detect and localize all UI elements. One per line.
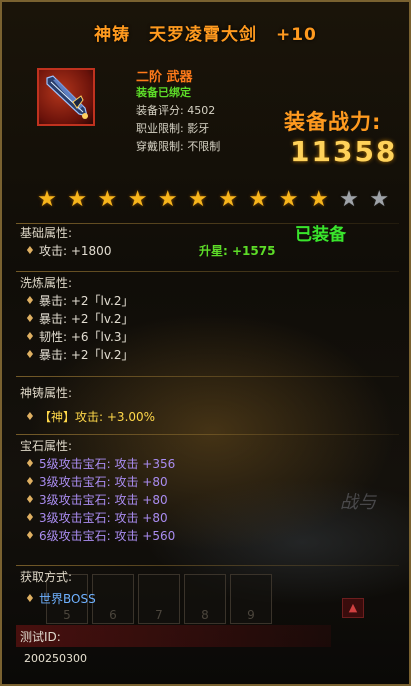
inventory-slot[interactable]: 9 — [230, 574, 272, 624]
star-filled-icon: ★ — [127, 187, 148, 212]
refine-line: ♦ 暴击: +2「lv.2」 — [20, 346, 134, 364]
star-filled-icon: ★ — [67, 187, 88, 212]
refine-line: ♦ 暴击: +2「lv.2」 — [20, 310, 134, 328]
diamond-icon: ♦ — [25, 592, 35, 605]
base-title: 基础属性: — [20, 226, 73, 240]
gem-line-text: 5级攻击宝石: 攻击 +356 — [39, 457, 176, 471]
power-value: 11358 — [290, 135, 398, 168]
refine-attributes: 洗炼属性: ♦ 暴击: +2「lv.2」 ♦ 暴击: +2「lv.2」 ♦ 韧性… — [20, 274, 134, 364]
gem-attributes: 宝石属性: ♦ 5级攻击宝石: 攻击 +356 ♦ 3级攻击宝石: 攻击 +80… — [20, 437, 175, 545]
inventory-slot[interactable]: 8 — [184, 574, 226, 624]
gem-line: ♦ 5级攻击宝石: 攻击 +356 — [20, 455, 175, 473]
star-filled-icon: ★ — [308, 187, 329, 212]
gem-line-text: 3级攻击宝石: 攻击 +80 — [39, 511, 168, 525]
diamond-icon: ♦ — [25, 330, 35, 343]
diamond-icon: ♦ — [25, 312, 35, 325]
gem-line: ♦ 3级攻击宝石: 攻击 +80 — [20, 473, 175, 491]
star-filled-icon: ★ — [278, 187, 299, 212]
diamond-icon: ♦ — [25, 529, 35, 542]
inventory-slot[interactable]: 6 — [92, 574, 134, 624]
item-score: 装备评分: 4502 — [136, 104, 216, 117]
bound-status: 装备已绑定 — [136, 86, 191, 99]
star-filled-icon: ★ — [37, 187, 57, 212]
diamond-icon: ♦ — [25, 511, 35, 524]
item-tooltip: 神铸 天罗凌霄大剑 +10 二阶 武器 装备已绑定 装备评分: 4502 职业限… — [0, 0, 411, 686]
acquire-line: ♦ 世界BOSS — [20, 590, 96, 608]
class-limit: 职业限制: 影牙 — [136, 122, 210, 135]
acquire-title: 获取方式: — [20, 570, 73, 584]
upstar-bonus: 升星: +1575 — [199, 244, 276, 258]
title-enhance: +10 — [275, 25, 317, 45]
gem-line: ♦ 6级攻击宝石: 攻击 +560 — [20, 527, 175, 545]
forge-value: 攻击: +3.00% — [75, 410, 156, 424]
refine-line-text: 暴击: +2「lv.2」 — [39, 312, 134, 326]
star-filled-icon: ★ — [97, 187, 118, 212]
test-id-bar — [16, 625, 331, 647]
gem-title: 宝石属性: — [20, 439, 73, 453]
item-tier: 二阶 武器 — [136, 70, 193, 85]
diamond-icon: ♦ — [25, 457, 35, 470]
refine-line: ♦ 暴击: +2「lv.2」 — [20, 292, 134, 310]
inventory-slot[interactable]: 7 — [138, 574, 180, 624]
refine-line-text: 暴击: +2「lv.2」 — [39, 294, 134, 308]
refine-line: ♦ 韧性: +6「lv.3」 — [20, 328, 134, 346]
acquire-source: 世界BOSS — [39, 592, 96, 606]
test-id-value: 200250300 — [24, 652, 87, 665]
divider — [16, 271, 399, 272]
item-info: 二阶 武器 装备已绑定 装备评分: 4502 职业限制: 影牙 穿戴限制: 不限… — [136, 66, 220, 156]
forge-title: 神铸属性: — [20, 386, 73, 400]
acquire-method: 获取方式: ♦ 世界BOSS — [20, 568, 96, 608]
star-filled-icon: ★ — [157, 187, 178, 212]
power-label: 装备战力: — [284, 110, 382, 134]
background-text: 战与 — [340, 492, 376, 513]
gem-line-text: 3级攻击宝石: 攻击 +80 — [39, 475, 168, 489]
refine-line-text: 暴击: +2「lv.2」 — [39, 348, 134, 362]
diamond-icon: ♦ — [25, 493, 35, 506]
base-attack: 攻击: +1800 — [39, 244, 112, 258]
star-filled-icon: ★ — [218, 187, 239, 212]
forge-line: ♦ 【神】 攻击: +3.00% — [20, 408, 155, 426]
gem-line: ♦ 3级攻击宝石: 攻击 +80 — [20, 509, 175, 527]
star-filled-icon: ★ — [188, 187, 208, 212]
test-id-label: 测试ID: — [20, 630, 61, 644]
item-title: 神铸 天罗凌霄大剑 +10 — [2, 20, 409, 45]
refine-line-text: 韧性: +6「lv.3」 — [39, 330, 134, 344]
star-empty-icon: ★ — [369, 187, 390, 212]
diamond-icon: ♦ — [25, 475, 35, 488]
base-attack-row: ♦ 攻击: +1800 升星: +1575 — [20, 242, 275, 260]
gem-line-text: 6级攻击宝石: 攻击 +560 — [39, 529, 176, 543]
refine-title: 洗炼属性: — [20, 276, 73, 290]
wear-limit: 穿戴限制: 不限制 — [136, 140, 221, 153]
star-filled-icon: ★ — [248, 187, 269, 212]
divider — [16, 434, 399, 435]
arrow-up-button[interactable]: ▲ — [342, 598, 364, 618]
diamond-icon: ♦ — [25, 348, 35, 361]
diamond-icon: ♦ — [25, 294, 35, 307]
greatsword-icon — [37, 68, 95, 126]
forge-tag: 【神】 — [39, 410, 76, 424]
title-name: 天罗凌霄大剑 — [149, 25, 258, 45]
gem-line: ♦ 3级攻击宝石: 攻击 +80 — [20, 491, 175, 509]
divider — [16, 565, 399, 566]
forge-attributes: 神铸属性: ♦ 【神】 攻击: +3.00% — [20, 384, 155, 426]
base-attributes: 基础属性: ♦ 攻击: +1800 升星: +1575 — [20, 224, 275, 260]
diamond-icon: ♦ — [25, 244, 35, 257]
gem-line-text: 3级攻击宝石: 攻击 +80 — [39, 493, 168, 507]
title-prefix: 神铸 — [94, 25, 131, 45]
star-empty-icon: ★ — [339, 187, 359, 212]
divider — [16, 376, 399, 377]
diamond-icon: ♦ — [25, 410, 35, 423]
